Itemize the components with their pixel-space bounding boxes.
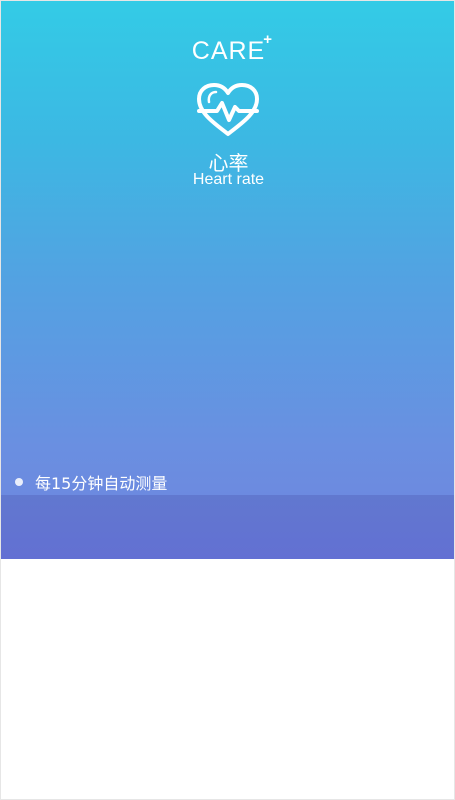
heart-rate-screen: CARE + 心率 Heart rate 每15分钟自动测量 [0, 0, 455, 800]
app-logo: CARE + [1, 31, 454, 66]
measure-info: 每15分钟自动测量 [15, 470, 167, 494]
logo-text: CARE [191, 37, 266, 65]
heart-pulse-icon [197, 83, 259, 136]
content-area [1, 559, 454, 799]
hero-bottom-band [1, 495, 454, 559]
logo-plus-mark: + [263, 31, 273, 48]
page-title-en: Heart rate [192, 171, 265, 188]
bullet-dot-icon [15, 478, 23, 486]
hero-header: CARE + 心率 Heart rate 每15分钟自动测量 [1, 1, 454, 559]
measure-interval-text: 每15分钟自动测量 [35, 474, 168, 493]
